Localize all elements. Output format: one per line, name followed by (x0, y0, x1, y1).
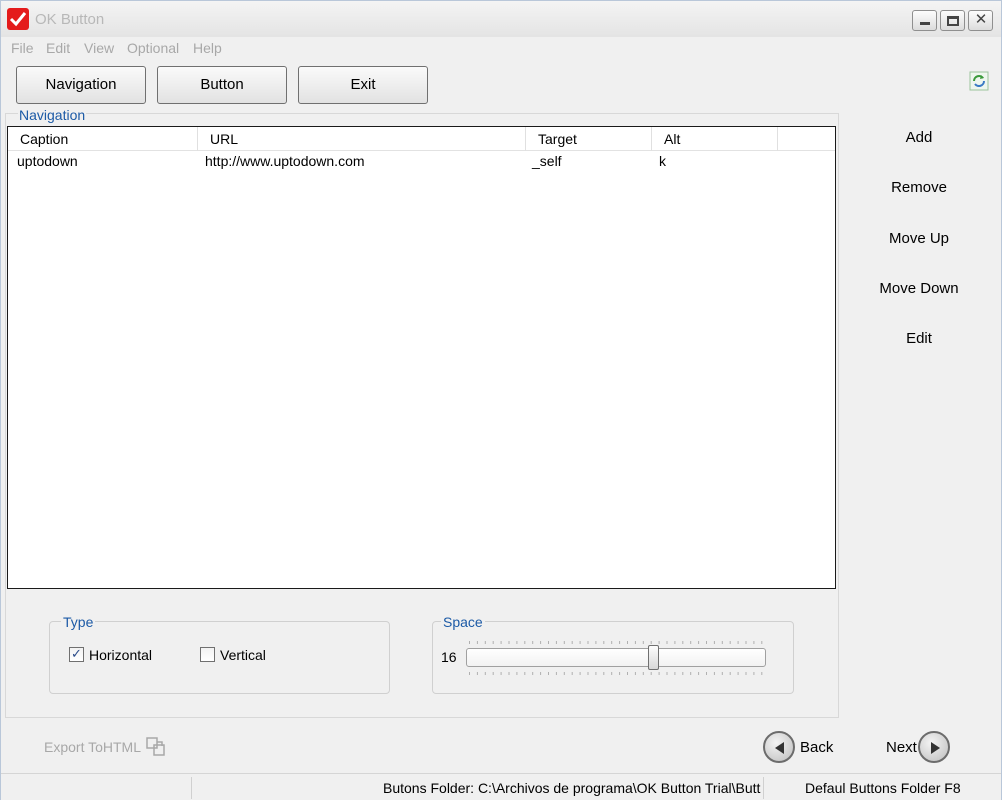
maximize-icon (947, 16, 959, 26)
maximize-button[interactable] (940, 10, 965, 31)
menu-file[interactable]: File (11, 40, 34, 56)
close-icon: ✕ (974, 11, 988, 28)
back-button[interactable] (763, 731, 795, 763)
export-icon[interactable] (145, 736, 167, 758)
column-caption[interactable]: Caption (8, 127, 198, 151)
next-label[interactable]: Next (886, 739, 917, 756)
move-down-button[interactable]: Move Down (861, 275, 977, 303)
remove-button[interactable]: Remove (861, 174, 977, 202)
window-title: OK Button (35, 11, 105, 28)
vertical-checkbox[interactable]: ✓ (200, 647, 215, 662)
space-slider-thumb[interactable] (648, 645, 660, 670)
refresh-icon[interactable] (969, 71, 989, 91)
cell-url: http://www.uptodown.com (205, 153, 365, 169)
navigation-list[interactable]: Caption URL Target Alt uptodown http://w… (7, 126, 836, 589)
close-button[interactable]: ✕ (968, 10, 993, 31)
buttons-folder-status: Butons Folder: C:\Archivos de programa\O… (383, 780, 761, 796)
app-check-icon (7, 8, 29, 30)
space-slider-track[interactable] (466, 648, 766, 667)
exit-button[interactable]: Exit (298, 66, 428, 104)
app-window: OK Button ✕ File Edit View Optional Help… (0, 0, 1002, 800)
table-row[interactable]: uptodown http://www.uptodown.com _self k (8, 151, 835, 173)
type-group-legend: Type (61, 614, 96, 630)
horizontal-label[interactable]: Horizontal (89, 647, 152, 663)
list-header: Caption URL Target Alt (8, 127, 835, 151)
edit-button[interactable]: Edit (861, 325, 977, 353)
move-up-button[interactable]: Move Up (861, 225, 977, 253)
column-url[interactable]: URL (198, 127, 526, 151)
navigation-tab-button[interactable]: Navigation (16, 66, 146, 104)
menu-optional[interactable]: Optional (127, 40, 179, 56)
menu-view[interactable]: View (84, 40, 114, 56)
menu-help[interactable]: Help (193, 40, 222, 56)
column-alt[interactable]: Alt (652, 127, 778, 151)
status-segment (1, 777, 192, 799)
status-bar: Butons Folder: C:\Archivos de programa\O… (1, 773, 1001, 800)
title-bar: OK Button ✕ (1, 1, 1001, 37)
navigation-panel-legend: Navigation (18, 107, 87, 123)
next-button[interactable] (918, 731, 950, 763)
vertical-label[interactable]: Vertical (220, 647, 266, 663)
button-tab-button[interactable]: Button (157, 66, 287, 104)
default-folder-status: Defaul Buttons Folder F8 (805, 780, 961, 796)
slider-ticks-top (469, 641, 763, 644)
menu-bar: File Edit View Optional Help (1, 37, 1001, 59)
cell-caption: uptodown (17, 153, 78, 169)
horizontal-checkbox[interactable]: ✓ (69, 646, 84, 662)
cell-target: _self (532, 153, 562, 169)
slider-ticks-bottom (469, 672, 763, 675)
menu-edit[interactable]: Edit (46, 40, 70, 56)
space-group-legend: Space (441, 614, 485, 630)
column-target[interactable]: Target (526, 127, 652, 151)
add-button[interactable]: Add (861, 124, 977, 152)
back-arrow-icon (775, 742, 784, 754)
back-label[interactable]: Back (800, 739, 833, 756)
space-value: 16 (441, 649, 457, 665)
next-arrow-icon (931, 742, 940, 754)
minimize-icon (920, 22, 930, 25)
cell-alt: k (659, 153, 666, 169)
export-to-html-button[interactable]: Export ToHTML (44, 739, 141, 755)
checkmark-icon: ✓ (71, 646, 82, 661)
minimize-button[interactable] (912, 10, 937, 31)
